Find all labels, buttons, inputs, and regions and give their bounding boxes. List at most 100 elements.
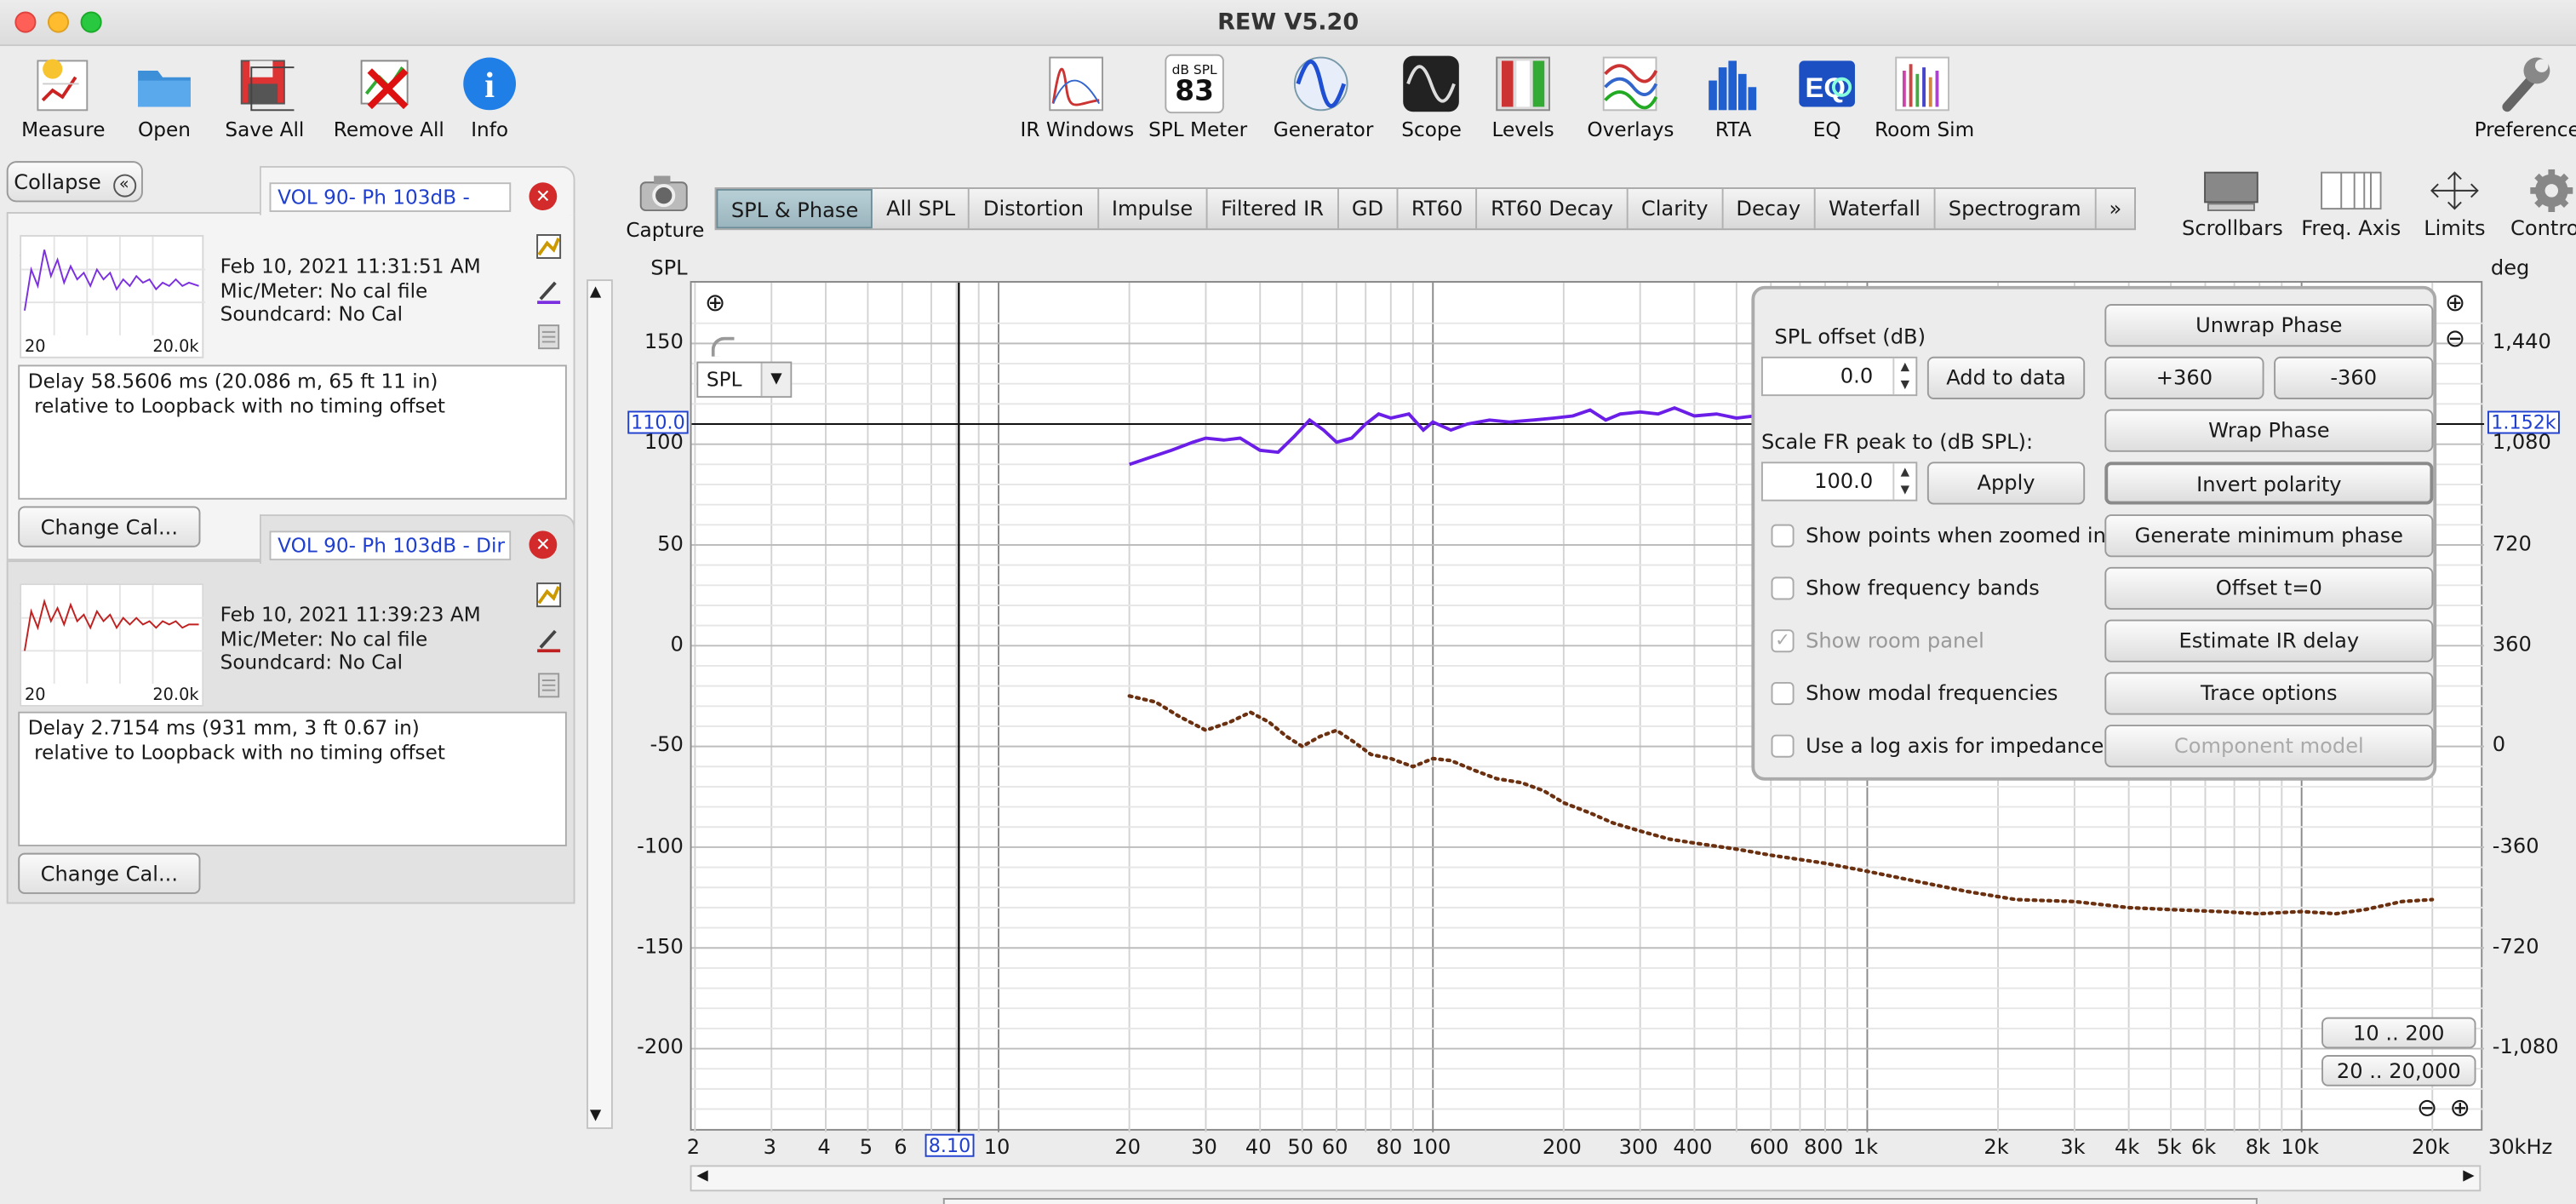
generator-button[interactable]: Generator	[1274, 54, 1373, 141]
scrollbars-button[interactable]: Scrollbars	[2182, 169, 2283, 240]
notes-icon[interactable]	[535, 672, 562, 698]
eq-edit-icon[interactable]	[535, 582, 562, 608]
scroll-up-icon[interactable]: ▲	[590, 284, 601, 301]
thumb-xmax: 20.0k	[152, 686, 199, 705]
log-axis-label: Use a log axis for impedance	[1806, 732, 2104, 758]
unwrap-phase-button[interactable]: Unwrap Phase	[2104, 304, 2434, 347]
tab-more[interactable]: »	[2096, 189, 2135, 228]
component-model-button[interactable]: Component model	[2104, 725, 2434, 768]
right-axis-tick: 720	[2492, 530, 2532, 555]
stepper-icon[interactable]: ▲ ▼	[1892, 358, 1915, 395]
svg-text:i: i	[484, 66, 495, 106]
show-modal-checkbox[interactable]	[1771, 681, 1795, 705]
scroll-right-icon[interactable]: ▶	[2463, 1168, 2474, 1184]
apply-button[interactable]: Apply	[1926, 462, 2086, 505]
trace-color-icon[interactable]	[535, 626, 562, 653]
measurement-mic: Mic/Meter: No cal file	[220, 627, 428, 651]
tab-decay[interactable]: Decay	[1723, 188, 1816, 229]
controls-button[interactable]: Controls	[2510, 169, 2576, 240]
range-10-200-button[interactable]: 10 .. 200	[2321, 1017, 2476, 1049]
save-icon	[235, 54, 295, 113]
levels-button[interactable]: Levels	[1491, 54, 1554, 141]
room-sim-button[interactable]: Room Sim	[1875, 54, 1974, 141]
curve-toggle-icon[interactable]	[711, 336, 735, 357]
offset-t0-button[interactable]: Offset t=0	[2104, 566, 2434, 611]
scope-button[interactable]: Scope	[1401, 54, 1462, 141]
log-axis-checkbox[interactable]	[1771, 734, 1795, 758]
add-to-data-button[interactable]: Add to data	[1926, 356, 2086, 399]
ir-windows-button[interactable]: IR Windows	[1021, 54, 1134, 141]
measurement-thumbnail[interactable]: 20 20.0k	[20, 583, 206, 707]
show-room-checkbox[interactable]: ✓	[1771, 629, 1795, 653]
range-20-20000-button[interactable]: 20 .. 20,000	[2321, 1055, 2476, 1086]
horizontal-scrollbar[interactable]: ◀ ▶	[690, 1165, 2482, 1192]
tab-gd[interactable]: GD	[1338, 188, 1399, 229]
tab-rt60-decay[interactable]: RT60 Decay	[1478, 188, 1629, 229]
zoom-in-right-icon[interactable]: ⊕	[2445, 288, 2465, 318]
measurement-name-field[interactable]: VOL 90- Ph 103dB -	[269, 182, 512, 212]
tab-impulse[interactable]: Impulse	[1098, 188, 1208, 229]
tab-filtered-ir[interactable]: Filtered IR	[1208, 188, 1339, 229]
limits-button[interactable]: Limits	[2419, 169, 2491, 240]
remove-all-button[interactable]: Remove All	[333, 54, 444, 141]
estimate-ir-delay-button[interactable]: Estimate IR delay	[2104, 619, 2434, 662]
invert-polarity-button[interactable]: Invert polarity	[2104, 462, 2434, 505]
tab-waterfall[interactable]: Waterfall	[1815, 188, 1936, 229]
stepper-icon[interactable]: ▲ ▼	[1892, 463, 1915, 500]
generate-minimum-phase-button[interactable]: Generate minimum phase	[2104, 514, 2434, 558]
measurement-name-field[interactable]: VOL 90- Ph 103dB - Dir	[269, 530, 512, 561]
spl-meter-button[interactable]: dB SPL 83 SPL Meter	[1148, 54, 1247, 141]
freq-axis-button[interactable]: Freq. Axis	[2300, 169, 2402, 240]
save-all-button[interactable]: Save All	[225, 54, 304, 141]
show-bands-checkbox[interactable]	[1771, 576, 1795, 600]
measurement-card-1[interactable]: VOL 90- Ph 103dB - ✕ 1 20 20.0k Feb 10, …	[6, 165, 575, 561]
open-button[interactable]: Open	[131, 54, 197, 141]
x-axis-tick: 200	[1542, 1133, 1582, 1159]
remove-all-label: Remove All	[333, 118, 444, 141]
tab-all-spl[interactable]: All SPL	[873, 188, 970, 229]
minus-360-button[interactable]: -360	[2274, 356, 2434, 399]
tab-clarity[interactable]: Clarity	[1628, 188, 1723, 229]
generator-icon	[1291, 54, 1350, 113]
spl-offset-field[interactable]: 0.0 ▲ ▼	[1760, 356, 1918, 397]
svg-text:EQ: EQ	[1806, 72, 1846, 103]
plus-360-button[interactable]: +360	[2104, 356, 2264, 399]
rta-button[interactable]: RTA	[1703, 54, 1762, 141]
scroll-down-icon[interactable]: ▼	[590, 1108, 601, 1124]
eq-edit-icon[interactable]	[535, 233, 562, 260]
tab-rt60[interactable]: RT60	[1398, 188, 1478, 229]
axis-selector-dropdown[interactable]: SPL ▼	[696, 361, 793, 398]
zoom-out-right-icon[interactable]: ⊖	[2445, 324, 2465, 353]
remove-measurement-icon[interactable]: ✕	[529, 530, 558, 559]
preferences-button[interactable]: Preferences	[2475, 54, 2576, 141]
freq-axis-icon	[2300, 169, 2402, 215]
info-button[interactable]: i Info	[460, 54, 518, 141]
measure-button[interactable]: Measure	[21, 54, 106, 141]
scale-fr-field[interactable]: 100.0 ▲ ▼	[1760, 462, 1918, 502]
vertical-scrollbar[interactable]: ▲ ▼	[587, 279, 613, 1129]
eq-button[interactable]: EQ EQ	[1797, 54, 1856, 141]
tab-spl-phase[interactable]: SPL & Phase	[716, 188, 873, 229]
zoom-in-icon[interactable]: ⊕	[705, 288, 725, 318]
scroll-left-icon[interactable]: ◀	[696, 1168, 707, 1184]
capture-button[interactable]: Capture	[626, 171, 704, 242]
measurement-thumbnail[interactable]: 20 20.0k	[20, 234, 206, 358]
measurement-card-2[interactable]: VOL 90- Ph 103dB - Dir ✕ 2 20 20.0k Feb …	[6, 514, 575, 904]
x-axis-tick: 30kHz	[2487, 1133, 2553, 1159]
remove-measurement-icon[interactable]: ✕	[529, 182, 558, 211]
delay-textbox[interactable]: Delay 58.5606 ms (20.086 m, 65 ft 11 in)…	[18, 364, 567, 500]
tab-distortion[interactable]: Distortion	[970, 188, 1099, 229]
delay-textbox[interactable]: Delay 2.7154 ms (931 mm, 3 ft 0.67 in) r…	[18, 711, 567, 846]
overlays-button[interactable]: Overlays	[1587, 54, 1674, 141]
x-axis-tick: 400	[1673, 1133, 1713, 1159]
change-cal-button[interactable]: Change Cal...	[18, 852, 201, 894]
show-points-checkbox[interactable]	[1771, 524, 1795, 548]
notes-icon[interactable]	[535, 324, 562, 350]
trace-options-button[interactable]: Trace options	[2104, 672, 2434, 715]
zoom-out-bottom-icon[interactable]: ⊖	[2417, 1092, 2437, 1122]
tab-spectrogram[interactable]: Spectrogram	[1935, 188, 2097, 229]
wrap-phase-button[interactable]: Wrap Phase	[2104, 409, 2434, 452]
x-axis-tick: 1k	[1852, 1133, 1879, 1159]
trace-color-icon[interactable]	[535, 278, 562, 305]
zoom-in-bottom-icon[interactable]: ⊕	[2450, 1092, 2470, 1122]
